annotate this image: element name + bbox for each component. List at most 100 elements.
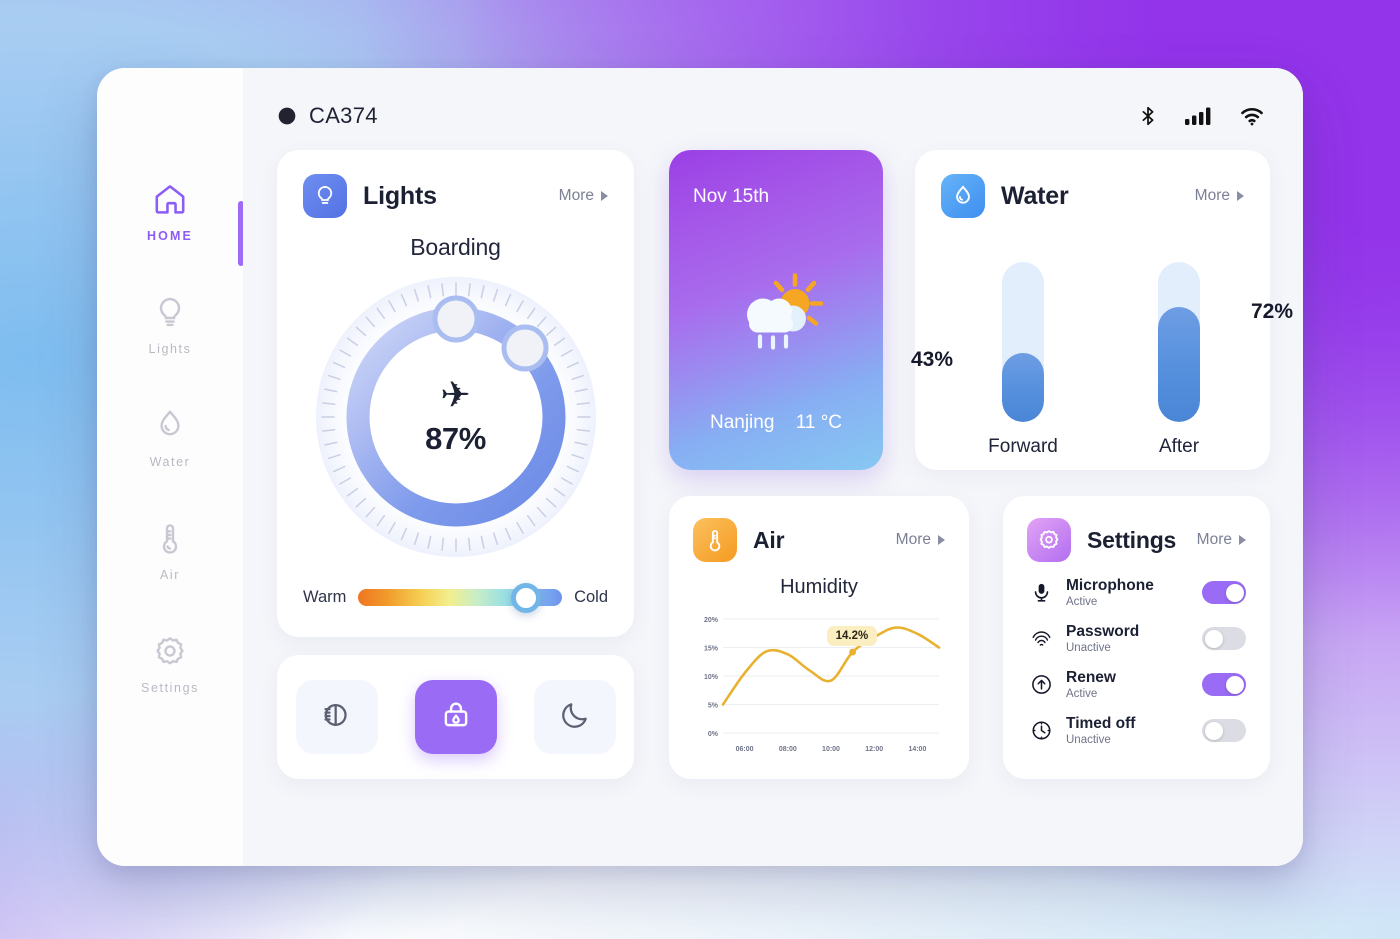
chevron-right-icon	[1237, 191, 1244, 201]
droplet-icon	[151, 406, 189, 444]
water-sliders: 43% Forward 72% After	[911, 228, 1293, 458]
quick-action-lock-button[interactable]	[414, 680, 497, 754]
humidity-chart: 0% 5% 10% 15% 20% 06:00 08:00 10:00 12:00 14:00 …	[693, 613, 945, 761]
gear-icon	[151, 632, 189, 670]
setting-name: Renew	[1066, 669, 1116, 686]
lock-drop-icon	[440, 699, 472, 736]
setting-text: Renew Active	[1066, 669, 1116, 700]
color-temperature-slider[interactable]	[358, 582, 563, 613]
water-more-button[interactable]: More	[1195, 187, 1244, 205]
setting-row-microphone: Microphone Active	[1027, 577, 1246, 608]
air-card: Air More Humidity 0% 5% 10% 15% 20% 06:00 08:…	[669, 496, 969, 779]
setting-state: Active	[1066, 688, 1098, 700]
setting-toggle-password[interactable]	[1202, 627, 1246, 650]
setting-row-renew: Renew Active	[1027, 669, 1246, 700]
chevron-right-icon	[601, 191, 608, 201]
setting-row-password: Password Unactive	[1027, 623, 1246, 654]
app-window: HOME Lights Water Air Settings CA374 Lig…	[97, 68, 1303, 866]
svg-text:14:00: 14:00	[908, 746, 926, 753]
air-title: Air	[753, 526, 785, 553]
air-card-header: Air More	[693, 518, 945, 562]
setting-name: Timed off	[1066, 715, 1136, 732]
gear-icon	[1027, 518, 1071, 562]
lights-title: Lights	[363, 181, 437, 210]
toggle-knob	[1204, 721, 1223, 740]
setting-text: Timed off Unactive	[1066, 715, 1135, 746]
setting-toggle-microphone[interactable]	[1202, 581, 1246, 604]
setting-row-timed-off: Timed off Unactive	[1027, 715, 1246, 746]
setting-toggle-timed-off[interactable]	[1202, 719, 1246, 742]
svg-text:5%: 5%	[708, 703, 719, 710]
setting-state: Active	[1066, 596, 1098, 608]
cellular-signal-icon	[1185, 106, 1213, 126]
headlight-icon	[321, 699, 353, 736]
quick-action-night-button[interactable]	[533, 680, 616, 754]
sidebar-item-label: Air	[159, 568, 181, 582]
lights-more-button[interactable]: More	[559, 187, 608, 205]
sidebar-item-air[interactable]: Air	[97, 519, 243, 582]
setting-text: Microphone Active	[1066, 577, 1154, 608]
wifi-icon	[1239, 103, 1265, 129]
droplet-icon	[941, 174, 985, 218]
moon-icon	[559, 699, 591, 736]
weather-city: Nanjing	[709, 412, 775, 433]
sidebar: HOME Lights Water Air Settings	[97, 68, 244, 866]
chart-tooltip: 14.2%	[826, 626, 878, 647]
bulb-icon	[303, 174, 347, 218]
airplane-icon: ✈	[440, 374, 471, 415]
air-subtitle: Humidity	[780, 576, 858, 598]
toggle-knob	[1225, 583, 1244, 602]
water-card-header: Water More	[941, 174, 1244, 218]
chevron-right-icon	[938, 535, 945, 545]
setting-state: Unactive	[1066, 734, 1111, 746]
water-label-forward: Forward	[988, 436, 1058, 457]
color-temperature-slider-row: Warm Cold	[303, 582, 608, 613]
arrow-up-circle-icon	[1027, 673, 1055, 696]
weather-card[interactable]: Nov 15th Nanjing 11 °C	[669, 150, 883, 470]
thermometer-icon	[693, 518, 737, 562]
top-bar: CA374	[277, 96, 1265, 136]
humidity-chart-svg: 0% 5% 10% 15% 20% 06:00 08:00 10:00 12:00 14:00	[704, 617, 941, 753]
water-column-after: 72% After	[1109, 262, 1293, 458]
setting-state: Unactive	[1066, 642, 1111, 654]
setting-text: Password Unactive	[1066, 623, 1139, 654]
chevron-right-icon	[1239, 535, 1246, 545]
water-slider-after[interactable]	[1158, 262, 1200, 422]
setting-toggle-renew[interactable]	[1202, 673, 1246, 696]
toggle-knob	[1204, 629, 1223, 648]
water-slider-forward[interactable]	[1002, 262, 1044, 422]
sidebar-item-label: Settings	[141, 681, 199, 695]
setting-name: Password	[1066, 623, 1140, 640]
toggle-knob	[1225, 675, 1244, 694]
air-more-button[interactable]: More	[896, 531, 945, 549]
quick-action-headlight-button[interactable]	[295, 680, 378, 754]
microphone-icon	[1027, 581, 1055, 604]
thermometer-icon	[151, 519, 189, 557]
lights-card-header: Lights More	[303, 174, 608, 218]
sidebar-item-label: Water	[149, 455, 191, 469]
svg-text:10%: 10%	[704, 674, 719, 681]
svg-text:08:00: 08:00	[779, 746, 797, 753]
water-title: Water	[1001, 181, 1069, 210]
sidebar-item-settings[interactable]: Settings	[97, 632, 243, 695]
svg-text:0%: 0%	[708, 731, 719, 738]
sidebar-item-lights[interactable]: Lights	[97, 293, 243, 356]
setting-name: Microphone	[1066, 577, 1154, 594]
weather-footer: Nanjing 11 °C	[669, 412, 883, 434]
device-name: CA374	[309, 103, 378, 128]
sidebar-item-home[interactable]: HOME	[97, 180, 243, 243]
slider-knob[interactable]	[511, 582, 542, 613]
status-icons	[1137, 103, 1265, 129]
more-label: More	[895, 531, 931, 548]
sidebar-item-label: HOME	[147, 229, 193, 243]
sidebar-item-water[interactable]: Water	[97, 406, 243, 469]
weather-date: Nov 15th	[693, 186, 770, 207]
bulb-icon	[151, 293, 189, 331]
water-slider-fill	[1158, 306, 1200, 422]
lights-gauge[interactable]: ✈ 87%	[306, 267, 606, 567]
lights-percent: 87%	[425, 421, 486, 456]
cold-label: Cold	[574, 588, 608, 606]
lights-card: Lights More Boarding ✈ 87% Warm Cold	[277, 150, 634, 637]
sidebar-item-label: Lights	[148, 342, 192, 356]
settings-more-button[interactable]: More	[1197, 531, 1246, 549]
